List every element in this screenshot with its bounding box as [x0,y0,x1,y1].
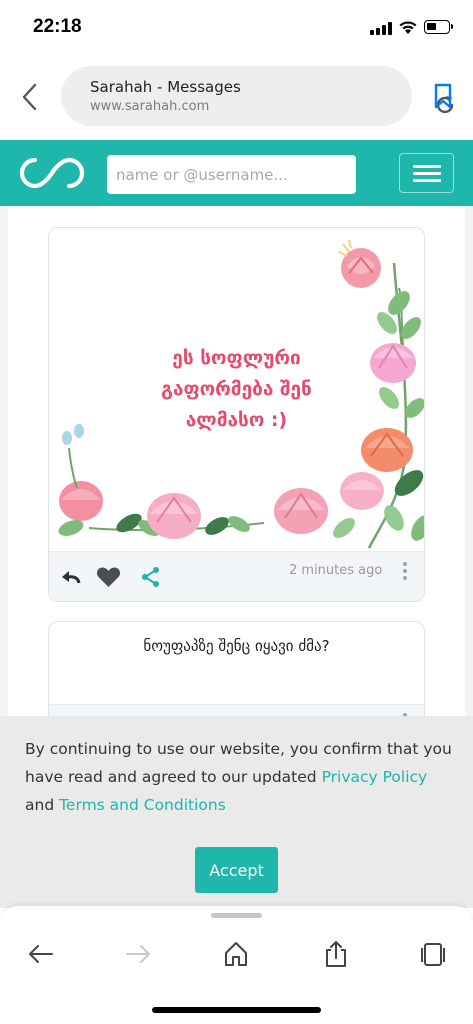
cookie-consent-text: By continuing to use our website, you co… [25,740,452,814]
share-upload-icon[interactable] [322,940,350,968]
message-card: ნოუფაპზე შენც იყავი ძმა? [48,621,425,716]
browser-toolbar [0,906,473,1024]
page-title: Sarahah - Messages [90,78,241,96]
site-header [0,140,473,206]
accept-button[interactable]: Accept [195,847,278,893]
message-text: ნოუფაპზე შენც იყავი ძმა? [143,637,330,655]
tabs-icon[interactable] [419,940,447,968]
page-url: www.sarahah.com [90,99,210,114]
page-margin-right [465,206,473,716]
message-actions: 2 minutes ago [49,551,424,601]
search-input[interactable] [107,155,356,194]
message-card: ეს სოფლური გაფორმება შენ ალმასო :) 2 min… [48,227,425,602]
arrow-left-icon[interactable] [27,940,55,968]
privacy-policy-link[interactable]: Privacy Policy [322,768,428,786]
wifi-icon [399,21,417,34]
signal-icon [370,22,392,35]
more-vertical-icon[interactable] [401,709,409,716]
sarahah-logo[interactable] [17,156,87,190]
bookmark-icon[interactable] [432,82,454,110]
more-vertical-icon[interactable] [401,558,409,584]
hamburger-menu-button[interactable] [399,153,454,193]
share-icon[interactable] [140,566,162,588]
battery-icon [424,20,453,34]
home-indicator [152,1007,321,1013]
message-actions [49,704,424,716]
messages-list: ეს სოფლური გაფორმება შენ ალმასო :) 2 min… [8,206,465,716]
arrow-right-icon[interactable] [124,940,152,968]
reply-icon[interactable] [60,566,82,588]
cookie-consent-banner: By continuing to use our website, you co… [0,716,473,908]
back-chevron-icon[interactable] [18,82,42,112]
page-margin-left [0,206,8,716]
terms-link[interactable]: Terms and Conditions [59,796,226,814]
message-timestamp: 2 minutes ago [289,563,383,578]
status-time: 22:18 [33,16,82,37]
status-bar: 22:18 [0,0,473,56]
url-field[interactable]: Sarahah - Messages www.sarahah.com [61,66,454,126]
browser-address-bar: Sarahah - Messages www.sarahah.com [0,56,473,140]
toolbar-grabber[interactable] [211,913,262,918]
heart-icon[interactable] [96,566,121,588]
home-icon[interactable] [222,940,250,968]
message-text: ეს სოფლური გაფორმება შენ ალმასო :) [161,347,312,431]
message-image: ეს სოფლური გაფორმება შენ ალმასო :) [49,228,424,551]
